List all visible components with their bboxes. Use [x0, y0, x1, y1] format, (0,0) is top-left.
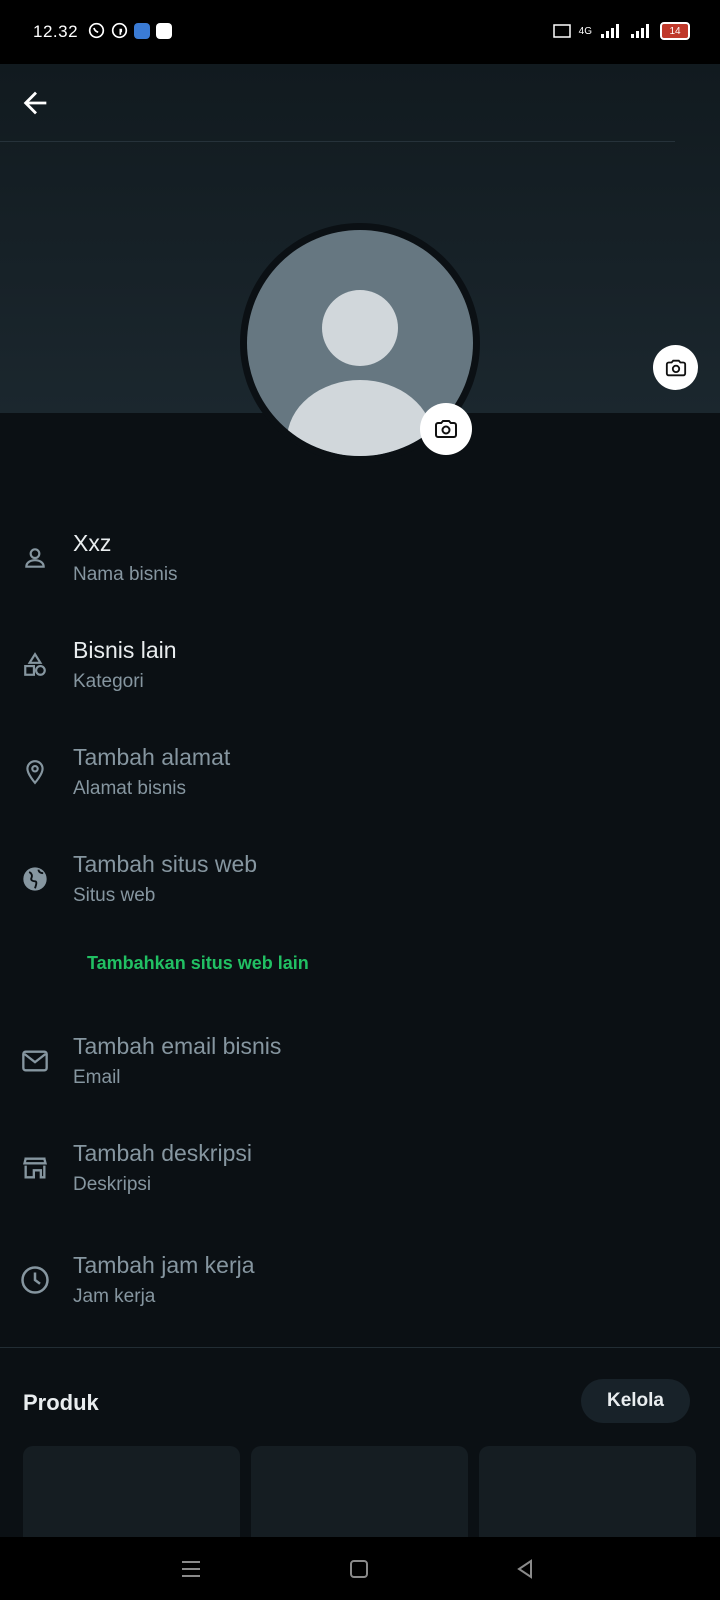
status-time: 12.32	[33, 22, 79, 41]
back-triangle-icon	[517, 1559, 532, 1579]
product-card[interactable]	[251, 1446, 468, 1546]
product-card[interactable]	[479, 1446, 696, 1546]
field-email[interactable]: Tambah email bisnis Email	[0, 1031, 720, 1121]
whatsapp-icon	[88, 22, 105, 39]
website-label: Situs web	[73, 885, 156, 906]
email-placeholder: Tambah email bisnis	[73, 1033, 282, 1059]
system-nav-bar	[0, 1537, 720, 1600]
globe-icon	[20, 864, 50, 894]
field-category[interactable]: Bisnis lain Kategori	[0, 635, 720, 725]
clock-icon	[20, 1265, 50, 1295]
category-shapes-icon	[20, 650, 50, 680]
working-hours-placeholder: Tambah jam kerja	[73, 1252, 255, 1278]
section-divider	[0, 1347, 720, 1348]
location-pin-icon	[20, 757, 50, 787]
description-placeholder: Tambah deskripsi	[73, 1140, 252, 1166]
field-business-name[interactable]: Xxz Nama bisnis	[0, 528, 720, 618]
status-right: 4G 14	[552, 22, 690, 40]
battery-level: 14	[669, 25, 681, 37]
category-label: Kategori	[73, 671, 144, 692]
business-name-label: Nama bisnis	[73, 564, 178, 585]
facebook-icon	[111, 22, 128, 39]
category-value: Bisnis lain	[73, 637, 177, 663]
business-name-value: Xxz	[73, 530, 112, 556]
camera-icon	[435, 420, 457, 438]
back-button[interactable]	[18, 86, 52, 120]
store-icon	[20, 1153, 50, 1183]
appbar-divider	[0, 141, 675, 142]
network-type: 4G	[578, 25, 592, 37]
nav-menu-button[interactable]	[176, 1554, 206, 1584]
battery-icon: 14	[660, 22, 690, 40]
address-label: Alamat bisnis	[73, 778, 186, 799]
manage-products-button[interactable]: Kelola	[581, 1379, 690, 1423]
app-blue-icon	[134, 22, 150, 39]
app-white-icon	[156, 22, 172, 39]
product-card[interactable]	[23, 1446, 240, 1546]
field-description[interactable]: Tambah deskripsi Deskripsi	[0, 1138, 720, 1228]
address-placeholder: Tambah alamat	[73, 744, 231, 770]
field-working-hours[interactable]: Tambah jam kerja Jam kerja	[0, 1250, 720, 1340]
website-placeholder: Tambah situs web	[73, 851, 258, 877]
add-another-website-link[interactable]: Tambahkan situs web lain	[87, 953, 309, 974]
camera-icon	[665, 359, 686, 376]
menu-icon	[182, 1561, 200, 1577]
status-bar: 12.32 4G 14	[0, 0, 720, 64]
field-website[interactable]: Tambah situs web Situs web	[0, 849, 720, 939]
field-address[interactable]: Tambah alamat Alamat bisnis	[0, 742, 720, 832]
nav-back-button[interactable]	[510, 1554, 540, 1584]
arrow-back-icon	[23, 91, 47, 115]
signal-icon	[601, 24, 619, 38]
email-label: Email	[73, 1067, 121, 1088]
description-label: Deskripsi	[73, 1174, 152, 1195]
home-square-icon	[350, 1560, 368, 1578]
nav-home-button[interactable]	[344, 1554, 374, 1584]
products-title: Produk	[23, 1390, 99, 1415]
volte-icon	[552, 24, 571, 38]
working-hours-label: Jam kerja	[73, 1286, 156, 1307]
avatar-camera-button[interactable]	[420, 403, 472, 455]
notification-icons	[88, 22, 172, 39]
person-icon	[20, 543, 50, 573]
mail-icon	[20, 1046, 50, 1076]
avatar-placeholder-body	[287, 380, 433, 456]
signal-2-icon	[631, 24, 649, 38]
cover-camera-button[interactable]	[653, 345, 698, 390]
avatar-placeholder-head	[322, 290, 398, 366]
